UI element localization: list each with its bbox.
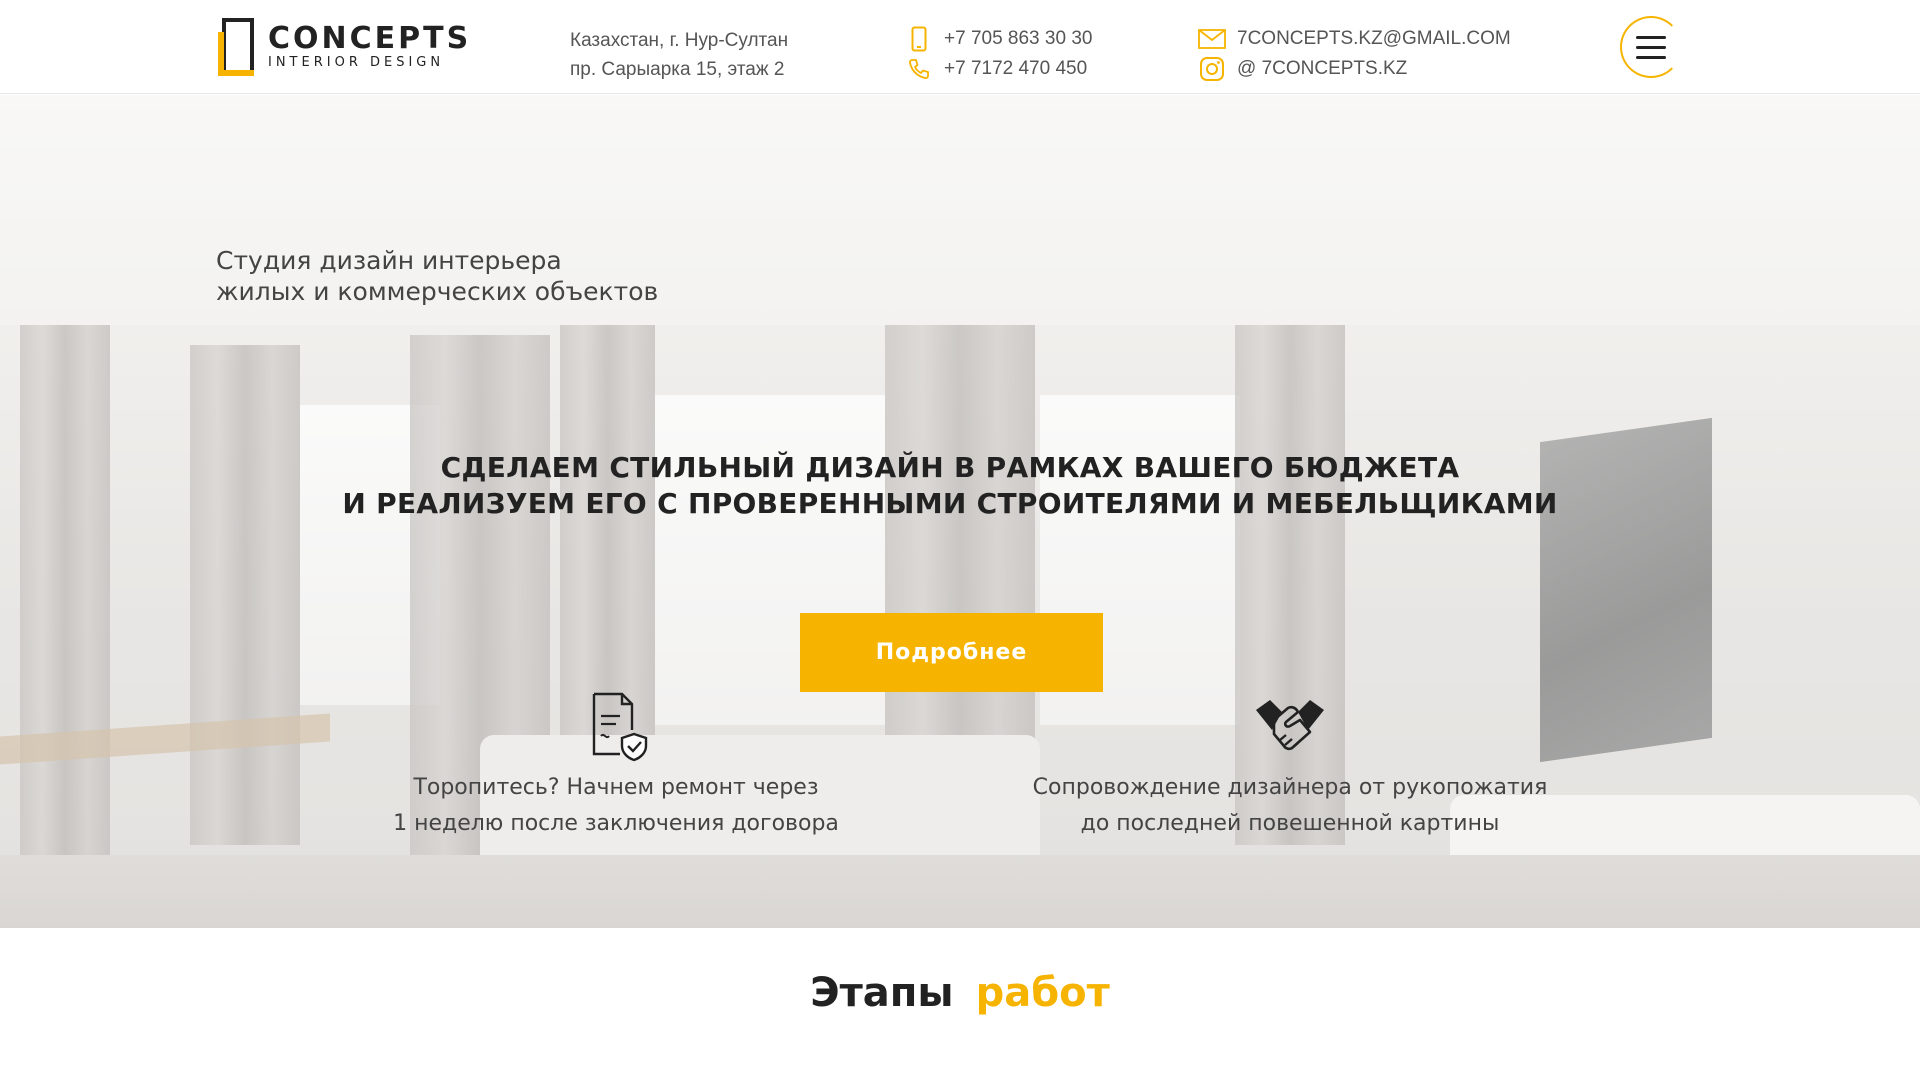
- feature-designer-support-line-1: Сопровождение дизайнера от рукопожатия: [1032, 775, 1548, 800]
- feature-designer-support-line-2: до последней повешенной картины: [1080, 811, 1500, 836]
- instagram-link[interactable]: @ 7CONCEPTS.KZ: [1197, 54, 1511, 84]
- mail-icon: [1197, 25, 1227, 53]
- feature-fast-start: Торопитесь? Начнем ремонт через 1 неделю…: [376, 690, 856, 842]
- feature-fast-start-line-2: 1 неделю после заключения договора: [393, 811, 839, 836]
- email-text: 7CONCEPTS.KZ@GMAIL.COM: [1237, 28, 1511, 49]
- phone-handset-icon: [904, 55, 934, 83]
- section-title-word-2: работ: [975, 970, 1110, 1016]
- hero-tagline: Студия дизайн интерьера жилых и коммерче…: [216, 245, 658, 307]
- logo-mark-icon: [218, 18, 256, 76]
- logo-title: CONCEPTS: [268, 21, 472, 56]
- site-header: CONCEPTS INTERIOR DESIGN Казахстан, г. Н…: [0, 0, 1920, 94]
- hero-tagline-line-2: жилых и коммерческих объектов: [216, 277, 659, 306]
- email-link[interactable]: 7CONCEPTS.KZ@GMAIL.COM: [1197, 24, 1511, 54]
- section-title-work-stages: Этапы работ: [0, 970, 1920, 1016]
- hero-headline: СДЕЛАЕМ СТИЛЬНЫЙ ДИЗАЙН В РАМКАХ ВАШЕГО …: [260, 450, 1640, 522]
- contact-list: 7CONCEPTS.KZ@GMAIL.COM @ 7CONCEPTS.KZ: [1197, 24, 1511, 84]
- section-title-word-1: Этапы: [810, 970, 954, 1016]
- hero-headline-line-2: И РЕАЛИЗУЕМ ЕГО С ПРОВЕРЕННЫМИ СТРОИТЕЛЯ…: [342, 487, 1558, 520]
- phone-landline[interactable]: +7 7172 470 450: [904, 54, 1092, 84]
- address-line-2: пр. Сарыарка 15, этаж 2: [570, 59, 785, 80]
- more-details-button[interactable]: Подробнее: [800, 613, 1103, 692]
- hero-tagline-line-1: Студия дизайн интерьера: [216, 246, 562, 275]
- feature-designer-support: Сопровождение дизайнера от рукопожатия д…: [1030, 690, 1550, 842]
- phone-mobile[interactable]: +7 705 863 30 30: [904, 24, 1092, 54]
- phone-mobile-text: +7 705 863 30 30: [944, 28, 1093, 49]
- logo-subtitle: INTERIOR DESIGN: [268, 55, 445, 70]
- address: Казахстан, г. Нур-Султан пр. Сарыарка 15…: [570, 26, 788, 84]
- logo[interactable]: CONCEPTS INTERIOR DESIGN: [218, 18, 478, 76]
- hero-section: Студия дизайн интерьера жилых и коммерче…: [0, 95, 1920, 928]
- mobile-phone-icon: [904, 25, 934, 53]
- handshake-icon: [1252, 690, 1328, 762]
- hero-headline-line-1: СДЕЛАЕМ СТИЛЬНЫЙ ДИЗАЙН В РАМКАХ ВАШЕГО …: [440, 451, 1460, 484]
- phone-landline-text: +7 7172 470 450: [944, 58, 1088, 79]
- contract-shield-icon: [584, 690, 648, 762]
- phone-list: +7 705 863 30 30 +7 7172 470 450: [904, 24, 1092, 84]
- hamburger-menu-icon[interactable]: [1620, 16, 1682, 78]
- address-line-1: Казахстан, г. Нур-Султан: [570, 30, 789, 51]
- feature-fast-start-line-1: Торопитесь? Начнем ремонт через: [413, 775, 819, 800]
- instagram-text: @ 7CONCEPTS.KZ: [1237, 58, 1408, 79]
- instagram-icon: [1197, 55, 1227, 83]
